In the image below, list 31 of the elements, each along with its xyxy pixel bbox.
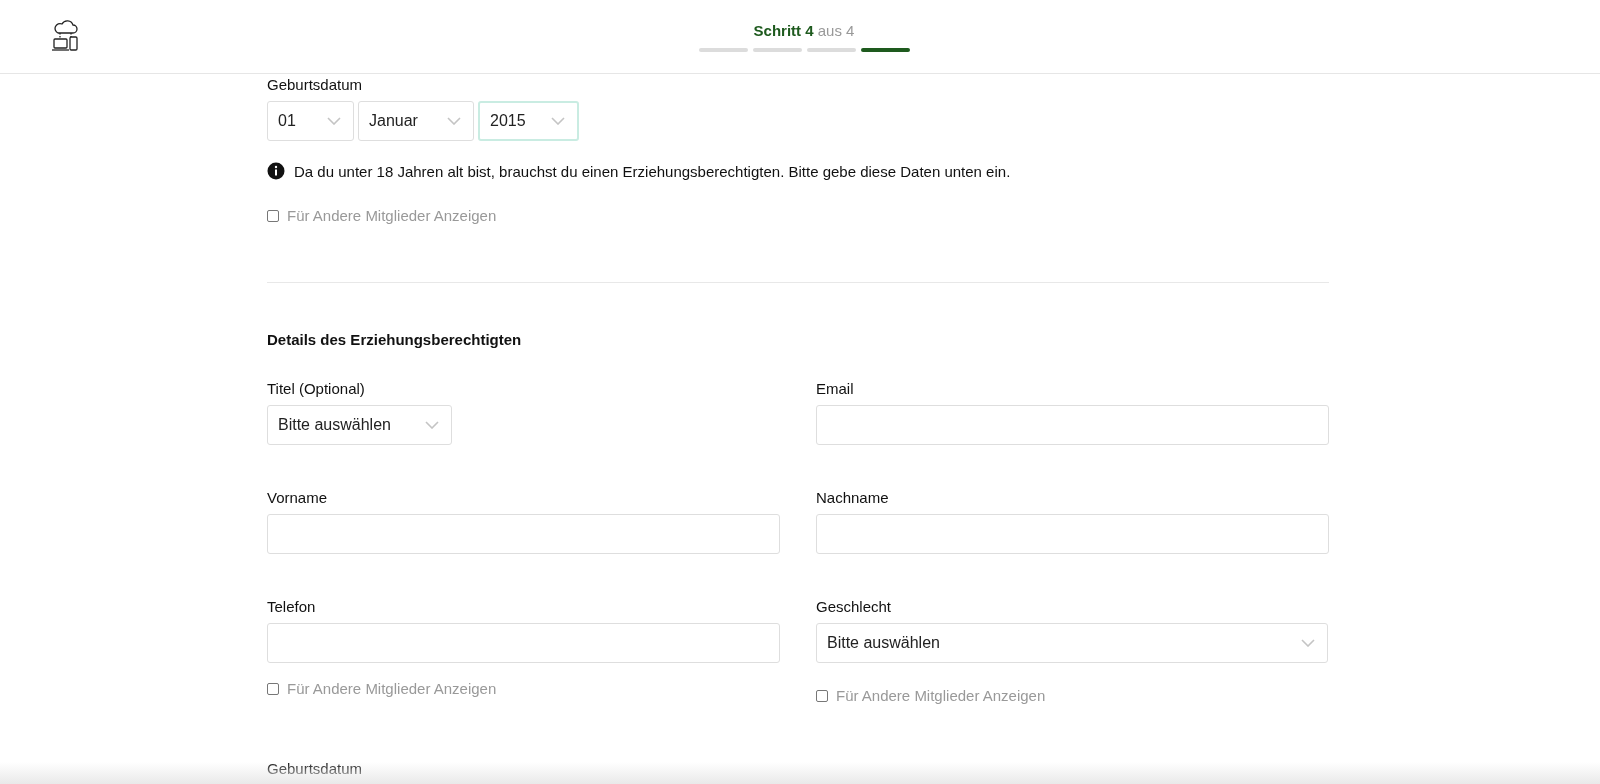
field-label: Nachname [816, 489, 890, 507]
select-field[interactable]: 01 [267, 101, 354, 141]
chevron-down-icon [327, 117, 341, 125]
field-label: Geburtsdatum [267, 76, 364, 94]
input-field[interactable] [267, 623, 780, 663]
step-label: Schritt 4 [753, 21, 814, 39]
checkbox[interactable] [267, 682, 279, 695]
input-field[interactable] [816, 514, 1329, 554]
chevron-down-icon [551, 117, 565, 125]
chevron-down-icon [447, 117, 461, 125]
cloud-devices-icon [50, 20, 80, 54]
chevron-down-icon [1301, 639, 1315, 647]
input-field[interactable] [267, 514, 780, 554]
input-field[interactable] [816, 405, 1329, 445]
info-icon [267, 162, 285, 180]
field-label: Geburtsdatum [267, 760, 364, 778]
field-label: Geschlecht [816, 598, 893, 616]
checkbox[interactable] [816, 689, 828, 702]
field-label: Telefon [267, 598, 317, 616]
select-field[interactable]: Bitte auswählen [267, 405, 452, 445]
checkbox[interactable] [267, 209, 279, 222]
select-field[interactable]: Bitte auswählen [816, 623, 1328, 663]
info-text: Da du unter 18 Jahren alt bist, brauchst du einen Erziehungsberechtigten. Bitte gebe diese Daten unten ein. [294, 162, 1011, 180]
field-label: Email [816, 380, 855, 398]
chevron-down-icon [425, 421, 439, 429]
select-field[interactable]: Januar [358, 101, 474, 141]
field-label: Vorname [267, 489, 329, 507]
field-label: Titel (Optional) [267, 380, 366, 398]
select-field[interactable]: 2015 [478, 101, 579, 141]
step-count: aus 4 [817, 21, 855, 39]
section-heading: Details des Erziehungsberechtigten [267, 331, 523, 348]
